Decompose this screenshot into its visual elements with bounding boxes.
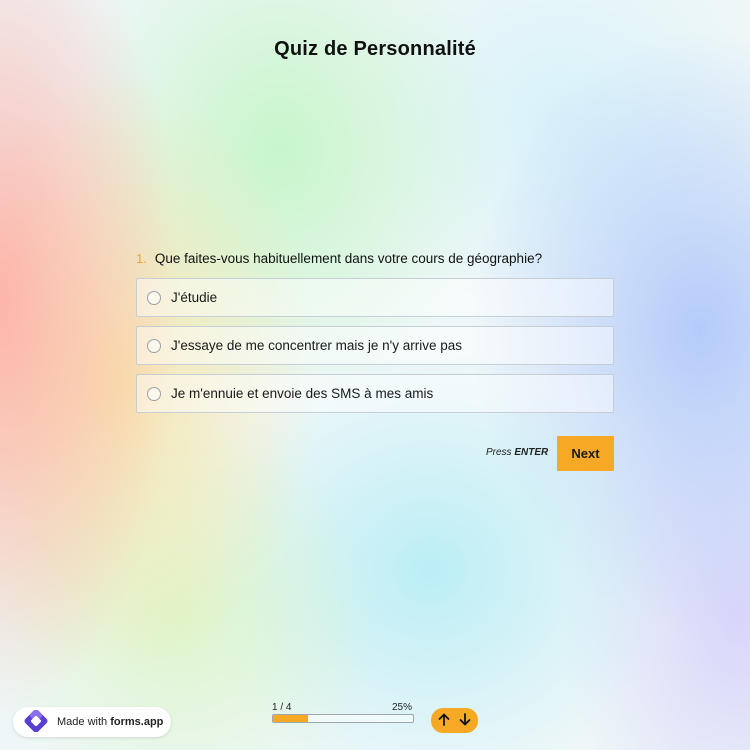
progress-bar-fill bbox=[273, 715, 308, 722]
made-with-prefix: Made with bbox=[57, 716, 111, 728]
brand-name: forms.app bbox=[110, 716, 164, 728]
made-with-label: Made with forms.app bbox=[57, 716, 163, 728]
progress-bar bbox=[272, 714, 414, 723]
progress-percent: 25% bbox=[392, 702, 413, 713]
press-enter-hint: Press ENTER bbox=[486, 447, 548, 458]
radio-unchecked-icon[interactable] bbox=[147, 338, 161, 353]
question-number: 1. bbox=[136, 251, 147, 266]
answer-option-2[interactable]: J'essaye de me concentrer mais je n'y ar… bbox=[136, 326, 614, 365]
answer-option-label: Je m'ennuie et envoie des SMS à mes amis bbox=[171, 386, 434, 401]
made-with-badge[interactable]: Made with forms.app bbox=[13, 707, 171, 737]
radio-unchecked-icon[interactable] bbox=[147, 386, 161, 401]
arrow-down-icon bbox=[459, 712, 471, 729]
answer-option-3[interactable]: Je m'ennuie et envoie des SMS à mes amis bbox=[136, 374, 614, 413]
next-question-button[interactable] bbox=[456, 712, 474, 730]
press-enter-prefix: Press bbox=[486, 447, 515, 458]
answer-option-1[interactable]: J'étudie bbox=[136, 278, 614, 317]
question-text: Que faites-vous habituellement dans votr… bbox=[154, 251, 543, 266]
answer-option-label: J'essaye de me concentrer mais je n'y ar… bbox=[171, 338, 463, 353]
progress-count: 1 / 4 bbox=[272, 702, 292, 713]
answer-option-label: J'étudie bbox=[171, 290, 218, 305]
press-enter-key: ENTER bbox=[514, 447, 549, 458]
question-header: 1. Que faites-vous habituellement dans v… bbox=[136, 251, 616, 266]
previous-question-button[interactable] bbox=[435, 712, 453, 730]
page-title: Quiz de Personnalité bbox=[274, 38, 476, 60]
radio-unchecked-icon[interactable] bbox=[147, 290, 161, 305]
arrow-up-icon bbox=[438, 713, 450, 729]
forms-app-logo-icon bbox=[21, 708, 51, 735]
next-button[interactable]: Next bbox=[557, 436, 614, 471]
question-navigation bbox=[431, 708, 478, 733]
